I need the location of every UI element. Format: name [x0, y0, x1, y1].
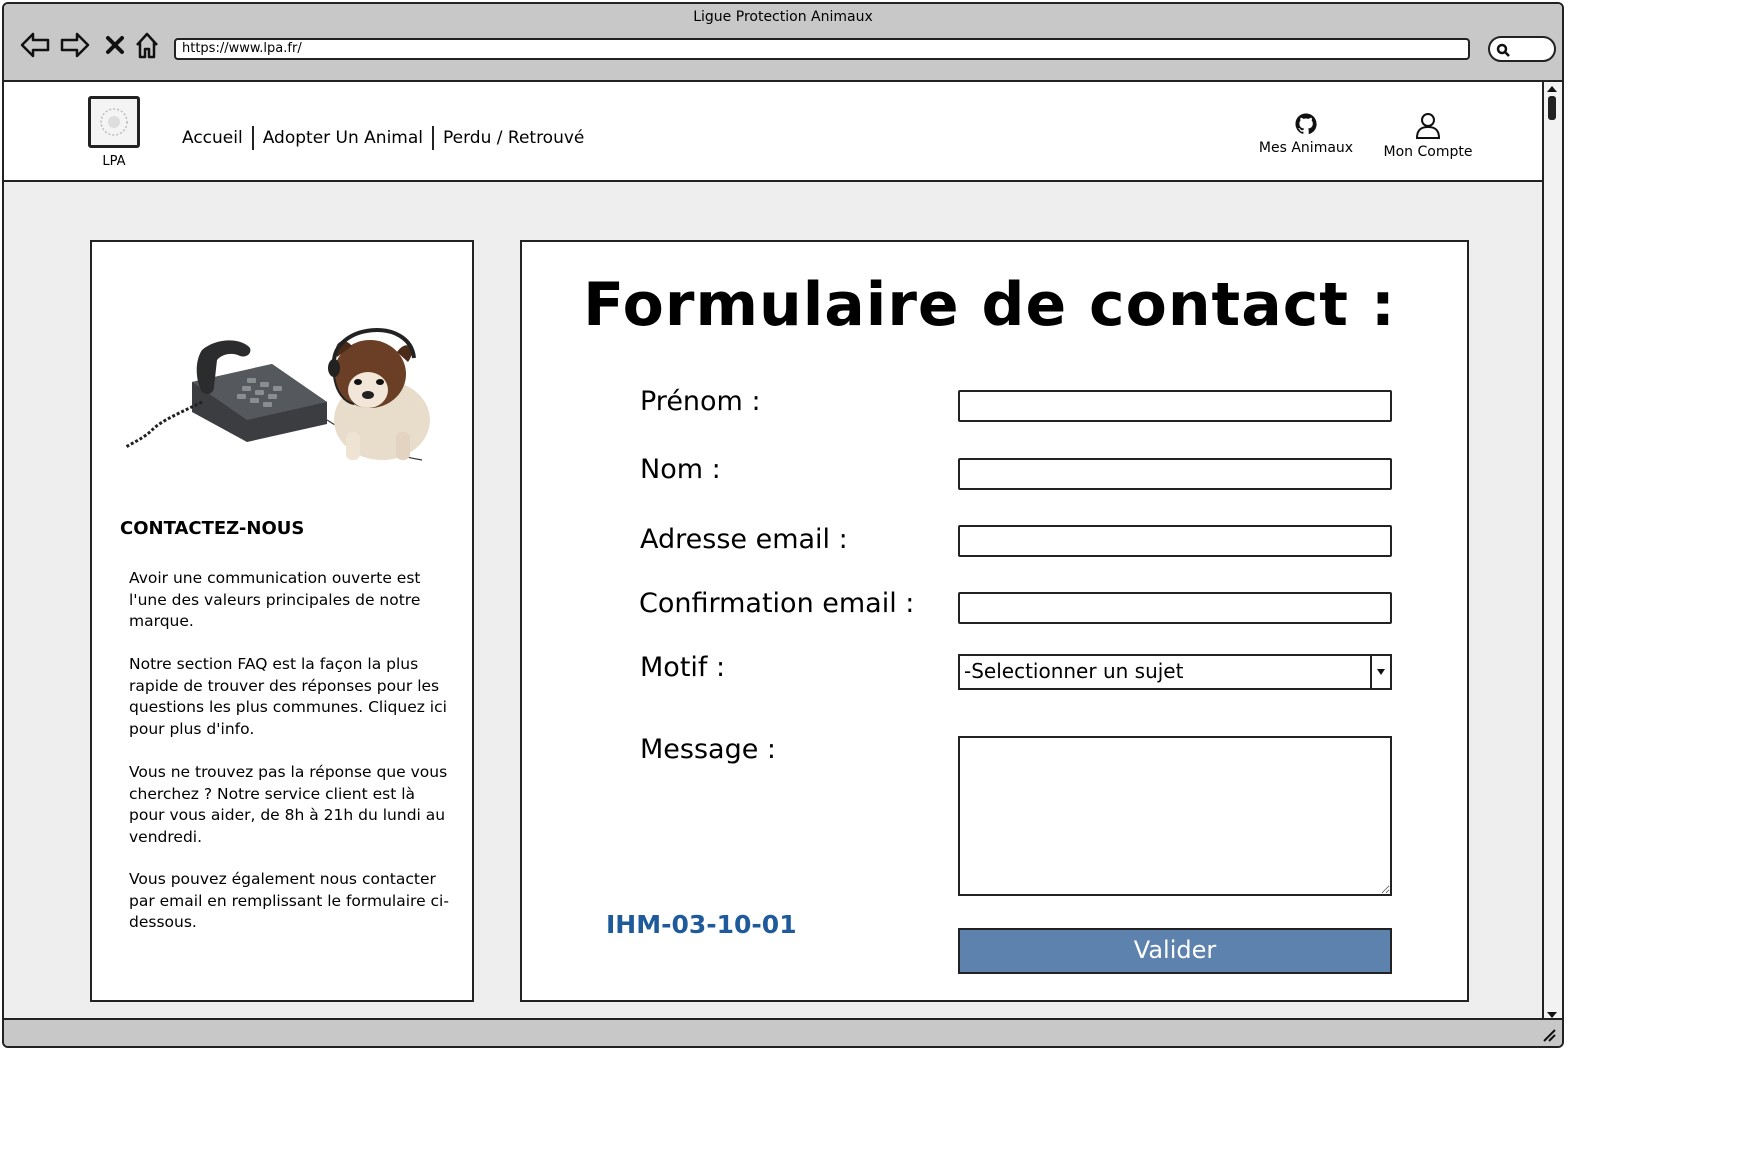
email-contact-paragraph: Vous pouvez également nous contacter par…: [129, 870, 449, 931]
nav-lost-found[interactable]: Perdu / Retrouvé: [443, 128, 584, 148]
search-icon: [1496, 43, 1510, 57]
last-name-label: Nom :: [640, 454, 721, 485]
nav-divider: [432, 126, 434, 150]
browser-window: Ligue Protection Animaux https://www.lpa…: [2, 2, 1564, 1048]
browser-search-field[interactable]: [1488, 36, 1556, 62]
resize-grip-icon: [1543, 1029, 1556, 1042]
my-pets-label: Mes Animaux: [1258, 140, 1354, 156]
logo-label: LPA: [102, 154, 126, 169]
reason-dropdown-toggle[interactable]: [1370, 656, 1390, 688]
contact-form-panel: Formulaire de contact : Prénom : Nom : A…: [520, 240, 1469, 1002]
stop-button[interactable]: [98, 28, 132, 62]
last-name-input[interactable]: [958, 458, 1392, 490]
chevron-down-icon: [1377, 669, 1385, 675]
scrollbar-thumb[interactable]: [1548, 96, 1556, 120]
browser-toolbar: Ligue Protection Animaux https://www.lpa…: [4, 4, 1562, 82]
screen-reference: IHM-03-10-01: [606, 910, 797, 939]
email-input[interactable]: [958, 525, 1392, 557]
reason-label: Motif :: [640, 652, 726, 683]
contact-info-panel: CONTACTEZ-NOUS Avoir une communication o…: [90, 240, 474, 1002]
puppy-telephone-photo: [122, 302, 442, 467]
email-confirm-input[interactable]: [958, 592, 1392, 624]
intro-paragraph: Avoir une communication ouverte est l'un…: [129, 569, 421, 630]
vertical-scrollbar[interactable]: [1542, 82, 1562, 1022]
back-button[interactable]: [18, 28, 52, 62]
reason-selected-value: -Selectionner un sujet: [964, 659, 1184, 683]
support-hours-paragraph: Vous ne trouvez pas la réponse que vous …: [129, 763, 448, 846]
account-label: Mon Compte: [1383, 144, 1473, 160]
logo[interactable]: [88, 96, 140, 148]
first-name-input[interactable]: [958, 390, 1392, 422]
home-icon: [136, 32, 158, 59]
nav-home[interactable]: Accueil: [182, 128, 243, 148]
user-icon: [1415, 113, 1441, 139]
address-bar[interactable]: https://www.lpa.fr/: [174, 38, 1470, 60]
home-button[interactable]: [130, 28, 164, 62]
contact-title: CONTACTEZ-NOUS: [120, 518, 305, 539]
window-title: Ligue Protection Animaux: [693, 9, 873, 25]
message-label: Message :: [640, 734, 777, 765]
faq-paragraph[interactable]: Notre section FAQ est la façon la plus r…: [129, 654, 449, 740]
form-title: Formulaire de contact :: [583, 270, 1396, 340]
my-pets-link[interactable]: Mes Animaux: [1258, 112, 1354, 156]
email-label: Adresse email :: [640, 524, 848, 555]
back-arrow-icon: [20, 32, 50, 58]
nav-adopt[interactable]: Adopter Un Animal: [263, 128, 423, 148]
logo-emblem-icon: [100, 108, 128, 136]
forward-button[interactable]: [58, 28, 92, 62]
main-nav: Accueil Adopter Un Animal Perdu / Retrou…: [182, 126, 584, 150]
github-icon: [1295, 113, 1317, 135]
message-textarea[interactable]: [958, 736, 1392, 896]
account-link[interactable]: Mon Compte: [1380, 112, 1476, 160]
nav-divider: [251, 126, 254, 150]
status-bar: [4, 1018, 1562, 1046]
close-icon: [106, 36, 124, 54]
site-header: LPA Accueil Adopter Un Animal Perdu / Re…: [4, 82, 1542, 182]
forward-arrow-icon: [60, 32, 90, 58]
reason-select[interactable]: -Selectionner un sujet: [958, 654, 1392, 690]
email-confirm-label: Confirmation email :: [639, 588, 915, 619]
submit-button[interactable]: Valider: [958, 928, 1392, 974]
scroll-up-icon: [1547, 86, 1557, 92]
first-name-label: Prénom :: [640, 386, 761, 417]
